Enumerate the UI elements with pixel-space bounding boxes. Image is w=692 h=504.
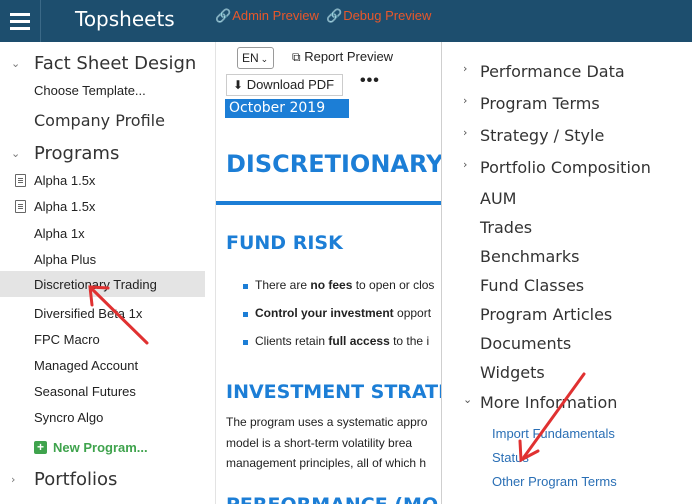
- sidebar-item-program[interactable]: Managed Account: [0, 354, 205, 376]
- link-icon: 🔗: [326, 8, 343, 23]
- bullet-text: Clients retain full access to the i: [255, 334, 430, 348]
- document-icon: [15, 199, 26, 213]
- performance-heading: PERFORMANCE (MO: [226, 494, 438, 504]
- sidebar-item-program[interactable]: Syncro Algo: [0, 406, 205, 428]
- sidebar: ⌄ Fact Sheet Design Choose Template... C…: [0, 42, 216, 504]
- new-program-button[interactable]: + New Program...: [0, 436, 205, 458]
- report-date: October 2019: [225, 99, 349, 118]
- sidebar-item-program[interactable]: Alpha 1.5x: [0, 169, 205, 191]
- bullet-marker: [243, 312, 248, 317]
- sidebar-item-program[interactable]: Alpha 1.5x: [0, 195, 205, 217]
- fund-risk-heading: FUND RISK: [226, 232, 343, 254]
- submenu-item-other-program-terms[interactable]: Other Program Terms: [492, 474, 617, 489]
- menu-icon[interactable]: [0, 0, 41, 42]
- external-link-icon: ⧉: [292, 50, 301, 64]
- sidebar-item-program-selected[interactable]: Discretionary Trading: [0, 271, 205, 297]
- bullet-marker: [243, 284, 248, 289]
- chevron-down-icon: ⌄: [11, 146, 21, 160]
- chevron-down-icon: ⌄: [11, 56, 21, 70]
- document-icon: [15, 173, 26, 187]
- debug-preview-link[interactable]: 🔗Debug Preview: [326, 8, 431, 24]
- chevron-right-icon: ›: [463, 126, 468, 139]
- sidebar-section-programs[interactable]: ⌄ Programs: [0, 140, 205, 166]
- chevron-right-icon: ›: [463, 158, 468, 171]
- bullet-marker: [243, 340, 248, 345]
- bullet-text: Control your investment opport: [255, 306, 432, 320]
- chevron-right-icon: ›: [463, 62, 468, 75]
- app-title: Topsheets: [75, 7, 175, 31]
- top-bar: Topsheets 🔗Admin Preview 🔗Debug Preview: [0, 0, 692, 42]
- sidebar-item-program[interactable]: Diversified Beta 1x: [0, 302, 205, 324]
- sidebar-item-program[interactable]: Alpha Plus: [0, 248, 205, 270]
- plus-icon: +: [34, 440, 47, 454]
- submenu-item-import-fundamentals[interactable]: Import Fundamentals: [492, 426, 615, 441]
- link-icon: 🔗: [215, 8, 232, 23]
- sidebar-section-fact-sheet-design[interactable]: ⌄ Fact Sheet Design: [0, 50, 205, 76]
- sidebar-item-program[interactable]: FPC Macro: [0, 328, 205, 350]
- more-options-button[interactable]: •••: [360, 72, 380, 90]
- download-icon: ⬇: [233, 78, 244, 92]
- strategy-text-line: management principles, all of which h: [226, 456, 427, 470]
- chevron-right-icon: ›: [11, 472, 16, 486]
- strategy-text-line: model is a short-term volatility brea: [226, 436, 413, 450]
- sidebar-item-program[interactable]: Alpha 1x: [0, 222, 205, 244]
- submenu-item-status[interactable]: Status: [492, 450, 529, 465]
- program-settings-menu: › Performance Data › Program Terms › Strate…: [442, 42, 692, 504]
- sidebar-item-company-profile[interactable]: Company Profile: [0, 108, 205, 132]
- chevron-down-icon: ⌄: [260, 54, 269, 64]
- language-select[interactable]: EN ⌄: [237, 47, 274, 69]
- title-divider: [216, 201, 441, 205]
- bullet-text: There are no fees to open or clos: [255, 278, 435, 292]
- investment-strategy-heading: INVESTMENT STRATE: [226, 381, 442, 403]
- strategy-text-line: The program uses a systematic appro: [226, 415, 428, 429]
- sidebar-section-portfolios[interactable]: › Portfolios: [0, 466, 205, 492]
- chevron-down-icon: ⌄: [463, 393, 473, 406]
- fact-sheet-preview: EN ⌄ ⧉ Report Preview ⬇ Download PDF ••• …: [216, 42, 442, 504]
- chevron-right-icon: ›: [463, 94, 468, 107]
- sidebar-item-program[interactable]: Seasonal Futures: [0, 380, 205, 402]
- sidebar-item-choose-template[interactable]: Choose Template...: [0, 80, 205, 100]
- download-pdf-button[interactable]: ⬇ Download PDF: [226, 74, 343, 96]
- report-preview-link[interactable]: ⧉ Report Preview: [292, 49, 393, 65]
- fact-sheet-title: DISCRETIONARY T: [226, 150, 442, 178]
- admin-preview-link[interactable]: 🔗Admin Preview: [215, 8, 319, 24]
